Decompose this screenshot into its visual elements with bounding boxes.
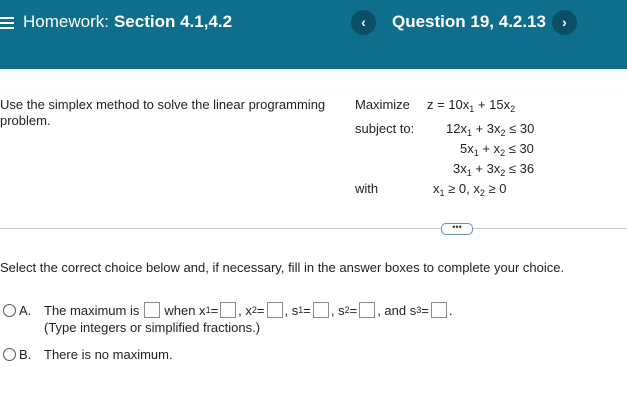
instruction-text: Use the simplex method to solve the line… xyxy=(0,97,326,128)
choice-a-letter: A. xyxy=(19,303,32,318)
section-divider xyxy=(0,228,627,229)
choice-a-statement: The maximum is when x1 = , x2 = , s1 = ,… xyxy=(44,302,453,318)
next-question-button[interactable]: › xyxy=(552,10,577,35)
choice-a-radio[interactable] xyxy=(3,304,16,317)
choice-b-letter: B. xyxy=(19,347,32,362)
constraint-3: 3x1 + 3x2 ≤ 36 xyxy=(453,161,535,178)
maximum-value-input[interactable] xyxy=(144,302,161,318)
question-title: Question 19, 4.2.13 xyxy=(392,12,547,31)
menu-icon[interactable] xyxy=(0,17,14,29)
constraint-2: 5x1 + x2 ≤ 30 xyxy=(460,141,534,158)
with-label: with xyxy=(355,181,379,196)
x2-input[interactable] xyxy=(266,302,283,318)
s2-input[interactable] xyxy=(359,302,376,318)
answer-format-hint: (Type integers or simplified fractions.) xyxy=(44,320,261,335)
constraint-1: 12x1 + 3x2 ≤ 30 xyxy=(446,121,535,138)
homework-section: Section 4.1,4.2 xyxy=(113,12,233,31)
homework-prefix: Homework: xyxy=(23,12,109,31)
maximize-label: Maximize xyxy=(355,97,410,112)
s3-input[interactable] xyxy=(430,302,447,318)
expand-more-button[interactable]: ••• xyxy=(441,223,473,235)
subject-to-label: subject to: xyxy=(355,121,415,136)
nonnegativity-constraint: x1 ≥ 0, x2 ≥ 0 xyxy=(433,181,507,198)
choice-prompt: Select the correct choice below and, if … xyxy=(0,260,565,275)
objective-function: z = 10x1 + 15x2 xyxy=(427,97,516,114)
choice-b-text: There is no maximum. xyxy=(44,347,173,362)
x1-input[interactable] xyxy=(220,302,237,318)
s1-input[interactable] xyxy=(312,302,329,318)
header-bar: Homework: Section 4.1,4.2 ‹ Question 19, … xyxy=(0,0,627,69)
homework-title: Homework: Section 4.1,4.2 xyxy=(23,12,232,32)
previous-question-button[interactable]: ‹ xyxy=(351,10,376,35)
choice-b-radio[interactable] xyxy=(3,348,16,361)
